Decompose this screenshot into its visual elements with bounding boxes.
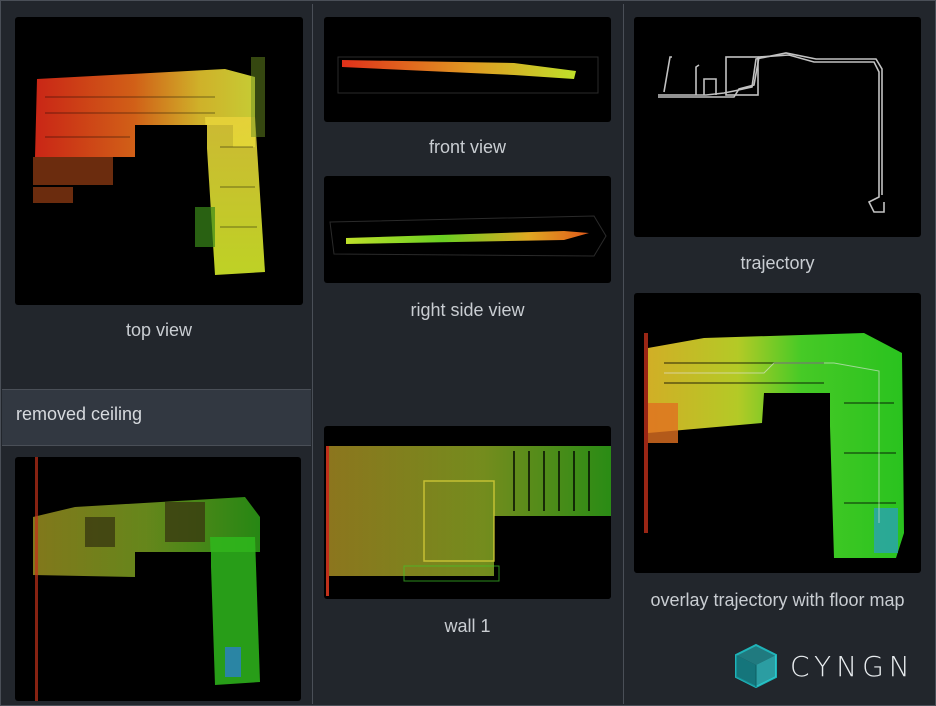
front-view-image[interactable] [324,17,611,122]
top-view-image[interactable] [15,17,303,305]
overlay-trajectory-image[interactable] [634,293,921,573]
wall-1-image[interactable] [324,426,611,599]
overlay-caption: overlay trajectory with floor map [650,590,905,610]
column-divider [623,4,624,704]
right-side-view-caption: right side view [410,300,525,320]
top-view-caption: top view [125,320,193,340]
brand-wordmark: CYNGN [790,650,915,683]
wall-1-caption: wall 1 [444,616,491,636]
removed-ceiling-header[interactable]: removed ceiling [2,389,311,446]
trajectory-caption: trajectory [740,253,815,273]
right-side-view-image[interactable] [324,176,611,283]
trajectory-image[interactable] [634,17,921,237]
column-divider [312,4,313,704]
removed-ceiling-label: removed ceiling [16,404,143,424]
removed-ceiling-image[interactable] [15,457,301,701]
front-view-caption: front view [428,137,507,157]
